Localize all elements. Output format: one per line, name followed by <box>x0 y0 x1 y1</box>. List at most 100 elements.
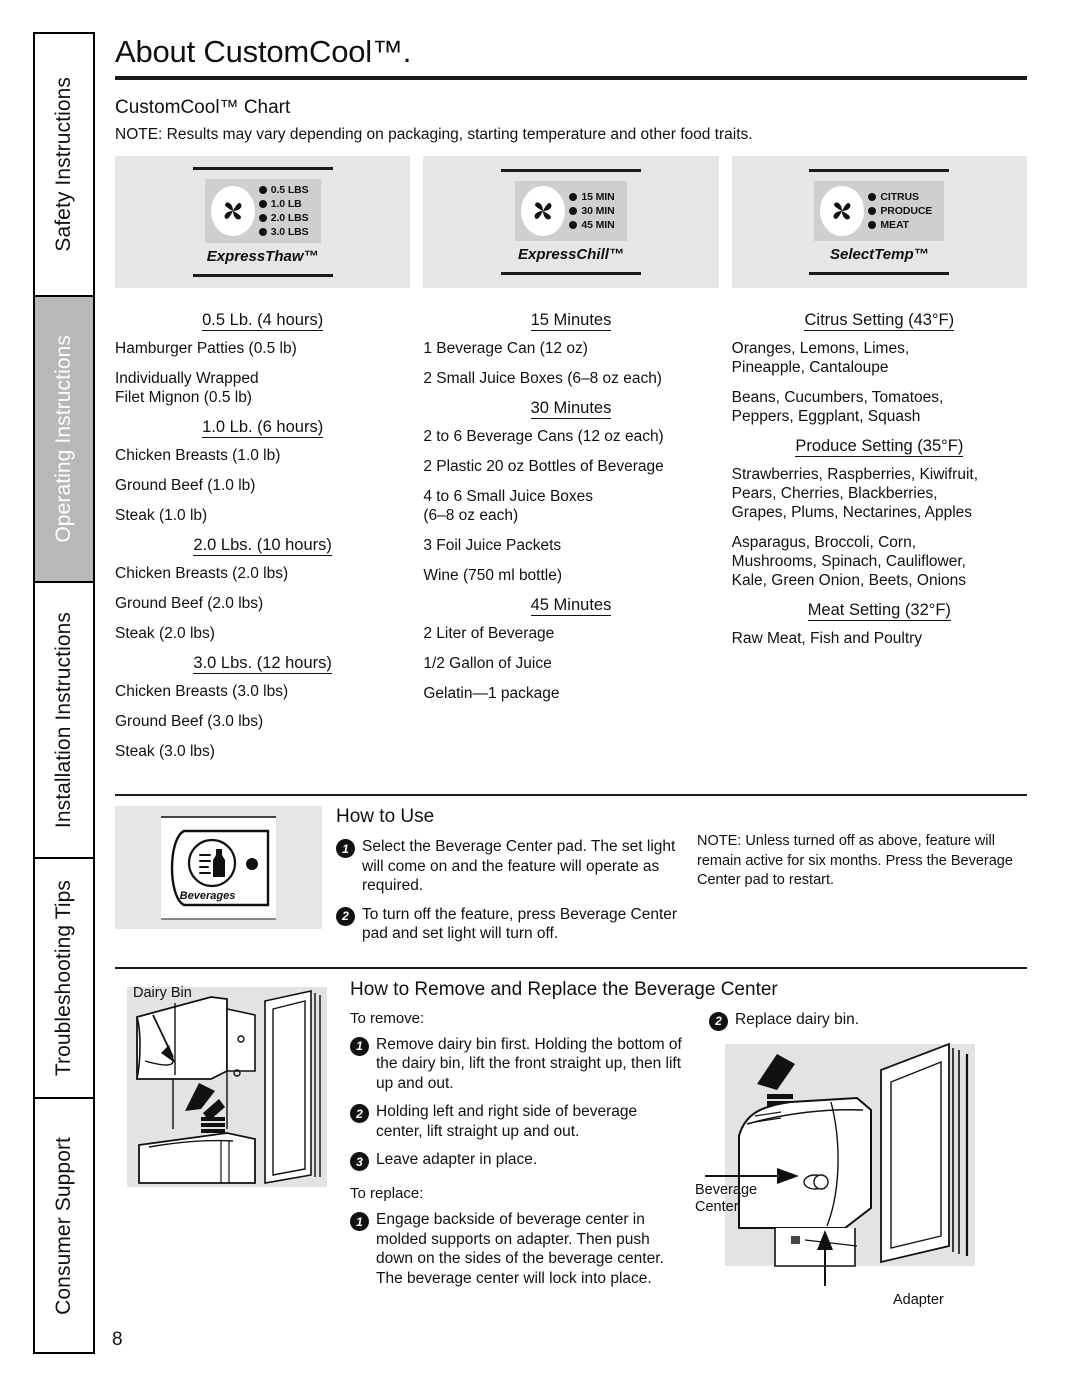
chart-note: NOTE: Results may vary depending on pack… <box>115 126 753 143</box>
sidebar-item-troubleshooting-tips[interactable]: Troubleshooting Tips <box>35 859 93 1099</box>
led-row: 45 MIN <box>569 219 615 231</box>
chart-group-heading: 0.5 Lb. (4 hours) <box>202 311 324 331</box>
beverages-pad-label: Beverages <box>179 889 236 902</box>
fan-icon <box>210 186 255 236</box>
led-row: PRODUCE <box>868 205 932 217</box>
sidebar-item-consumer-support[interactable]: Consumer Support <box>35 1099 93 1352</box>
remove-steps-column: To remove: 1 Remove dairy bin first. Hol… <box>350 1010 685 1298</box>
step-number-badge: 3 <box>350 1152 369 1171</box>
badge-control-art: CITRUS PRODUCE MEAT <box>814 181 945 241</box>
chart-item: 1 Beverage Can (12 oz) <box>423 340 588 357</box>
led-label: 15 MIN <box>581 191 615 203</box>
customcool-chart: 0.5 Lb. (4 hours) Hamburger Patties (0.5… <box>115 304 1027 772</box>
badge-rule-top <box>192 167 333 170</box>
remove-step: 3 Leave adapter in place. <box>350 1150 685 1171</box>
how-to-use-section: Beverages How to Use 1 Select the Bevera… <box>115 806 1027 953</box>
badge-control-art: 15 MIN 30 MIN 45 MIN <box>515 181 627 241</box>
led-dot-icon <box>569 193 578 201</box>
led-row: MEAT <box>868 219 932 231</box>
sidebar-item-operating-instructions[interactable]: Operating Instructions <box>35 297 93 583</box>
to-remove-label: To remove: <box>350 1009 425 1027</box>
how-to-use-step: 1 Select the Beverage Center pad. The se… <box>336 837 683 896</box>
step-text: Holding left and right side of beverage … <box>376 1103 638 1140</box>
led-dot-icon <box>868 193 877 201</box>
chart-item: Hamburger Patties (0.5 lb) <box>115 340 297 357</box>
badge-name: ExpressThaw™ <box>206 248 319 265</box>
chart-group-heading: 45 Minutes <box>530 596 612 616</box>
sidebar-item-label: Troubleshooting Tips <box>52 879 75 1077</box>
led-dot-icon <box>258 214 267 222</box>
chart-item: 2 Liter of Beverage <box>423 625 555 642</box>
led-label: 2.0 LBS <box>270 212 309 224</box>
chart-item: 2 Plastic 20 oz Bottles of Beverage <box>423 458 664 475</box>
page-content: About CustomCool™. CustomCool™ Chart NOT… <box>115 34 1027 1309</box>
chart-item: Raw Meat, Fish and Poultry <box>731 630 923 647</box>
beverage-pad-figure: Beverages <box>115 806 322 929</box>
badge-rule-top <box>500 169 641 172</box>
led-label: 30 MIN <box>581 205 615 217</box>
led-list: CITRUS PRODUCE MEAT <box>868 191 932 231</box>
remove-step: 1 Remove dairy bin first. Holding the bo… <box>350 1035 685 1094</box>
led-dot-icon <box>258 200 267 208</box>
step-text: Select the Beverage Center pad. The set … <box>362 838 676 894</box>
how-to-use-note: NOTE: Unless turned off as above, featur… <box>697 833 1013 888</box>
led-dot-icon <box>258 228 267 236</box>
chart-item: Chicken Breasts (1.0 lb) <box>115 447 281 464</box>
led-row: 2.0 LBS <box>258 212 309 224</box>
chart-item: Gelatin—1 package <box>423 685 560 702</box>
step-number-badge: 1 <box>350 1212 369 1231</box>
chart-item: 1/2 Gallon of Juice <box>423 655 552 672</box>
section-divider <box>115 794 1027 796</box>
chart-item: Chicken Breasts (2.0 lbs) <box>115 565 289 582</box>
step-text: Replace dairy bin. <box>735 1010 860 1028</box>
chart-item: Steak (1.0 lb) <box>115 507 208 524</box>
led-dot-icon <box>868 207 877 215</box>
led-label: PRODUCE <box>880 205 933 217</box>
beverage-center-label: Beverage Center <box>695 1181 758 1215</box>
sidebar-item-safety-instructions[interactable]: Safety Instructions <box>35 34 93 297</box>
remove-replace-columns: To remove: 1 Remove dairy bin first. Hol… <box>350 1010 1027 1308</box>
replace-step: 1 Engage backside of beverage center in … <box>350 1210 685 1288</box>
led-label: 45 MIN <box>581 219 615 231</box>
section-heading: CustomCool™ Chart <box>115 97 291 118</box>
to-replace-label: To replace: <box>350 1185 424 1202</box>
title-divider <box>115 76 1027 80</box>
chart-group-heading: Meat Setting (32°F) <box>807 601 951 621</box>
chart-item: Ground Beef (2.0 lbs) <box>115 595 264 612</box>
step-number-badge: 1 <box>350 1036 369 1056</box>
led-dot-icon <box>258 186 267 194</box>
chart-column-expresschill: 15 Minutes 1 Beverage Can (12 oz) 2 Smal… <box>423 304 718 772</box>
step-number-badge: 2 <box>350 1104 369 1123</box>
replace-step: 2 Replace dairy bin. <box>709 1010 1027 1031</box>
chart-group-heading: Produce Setting (35°F) <box>795 437 964 457</box>
chart-item: Ground Beef (1.0 lb) <box>115 477 256 494</box>
led-row: 0.5 LBS <box>258 184 309 196</box>
chart-group-heading: 30 Minutes <box>530 399 612 419</box>
how-to-use-step: 2 To turn off the feature, press Beverag… <box>336 905 683 944</box>
sidebar-item-label: Operating Instructions <box>52 335 75 543</box>
chart-item: 4 to 6 Small Juice Boxes (6–8 oz each) <box>423 488 594 524</box>
sidebar-item-installation-instructions[interactable]: Installation Instructions <box>35 583 93 859</box>
badge-name: SelectTemp™ <box>829 246 929 263</box>
step-number-badge: 2 <box>709 1011 728 1031</box>
sidebar-item-label: Safety Instructions <box>52 77 75 252</box>
led-list: 15 MIN 30 MIN 45 MIN <box>569 191 615 231</box>
step-number-badge: 2 <box>336 906 355 926</box>
led-label: 1.0 LB <box>270 198 302 210</box>
chart-item: 3 Foil Juice Packets <box>423 537 562 554</box>
led-label: 3.0 LBS <box>270 226 309 238</box>
badge-rule-bottom <box>192 274 333 277</box>
led-label: 0.5 LBS <box>270 184 309 196</box>
dairy-bin-figure: Dairy Bin <box>115 979 342 1309</box>
how-to-use-body: How to Use 1 Select the Beverage Center … <box>336 806 683 953</box>
led-dot-icon <box>868 221 877 229</box>
led-label: CITRUS <box>880 191 919 203</box>
beverage-pad-art: Beverages <box>161 815 276 920</box>
chart-item: Steak (3.0 lbs) <box>115 743 215 760</box>
badge-rule-bottom <box>500 272 641 275</box>
feature-badge-expressthaw: 0.5 LBS 1.0 LB 2.0 LBS 3.0 LBS ExpressTh… <box>115 156 411 288</box>
step-text: To turn off the feature, press Beverage … <box>362 905 678 943</box>
led-row: CITRUS <box>868 191 932 203</box>
sidebar-tab-rail: Safety Instructions Operating Instructio… <box>33 32 95 1354</box>
chart-item: Beans, Cucumbers, Tomatoes, Peppers, Egg… <box>731 389 944 425</box>
